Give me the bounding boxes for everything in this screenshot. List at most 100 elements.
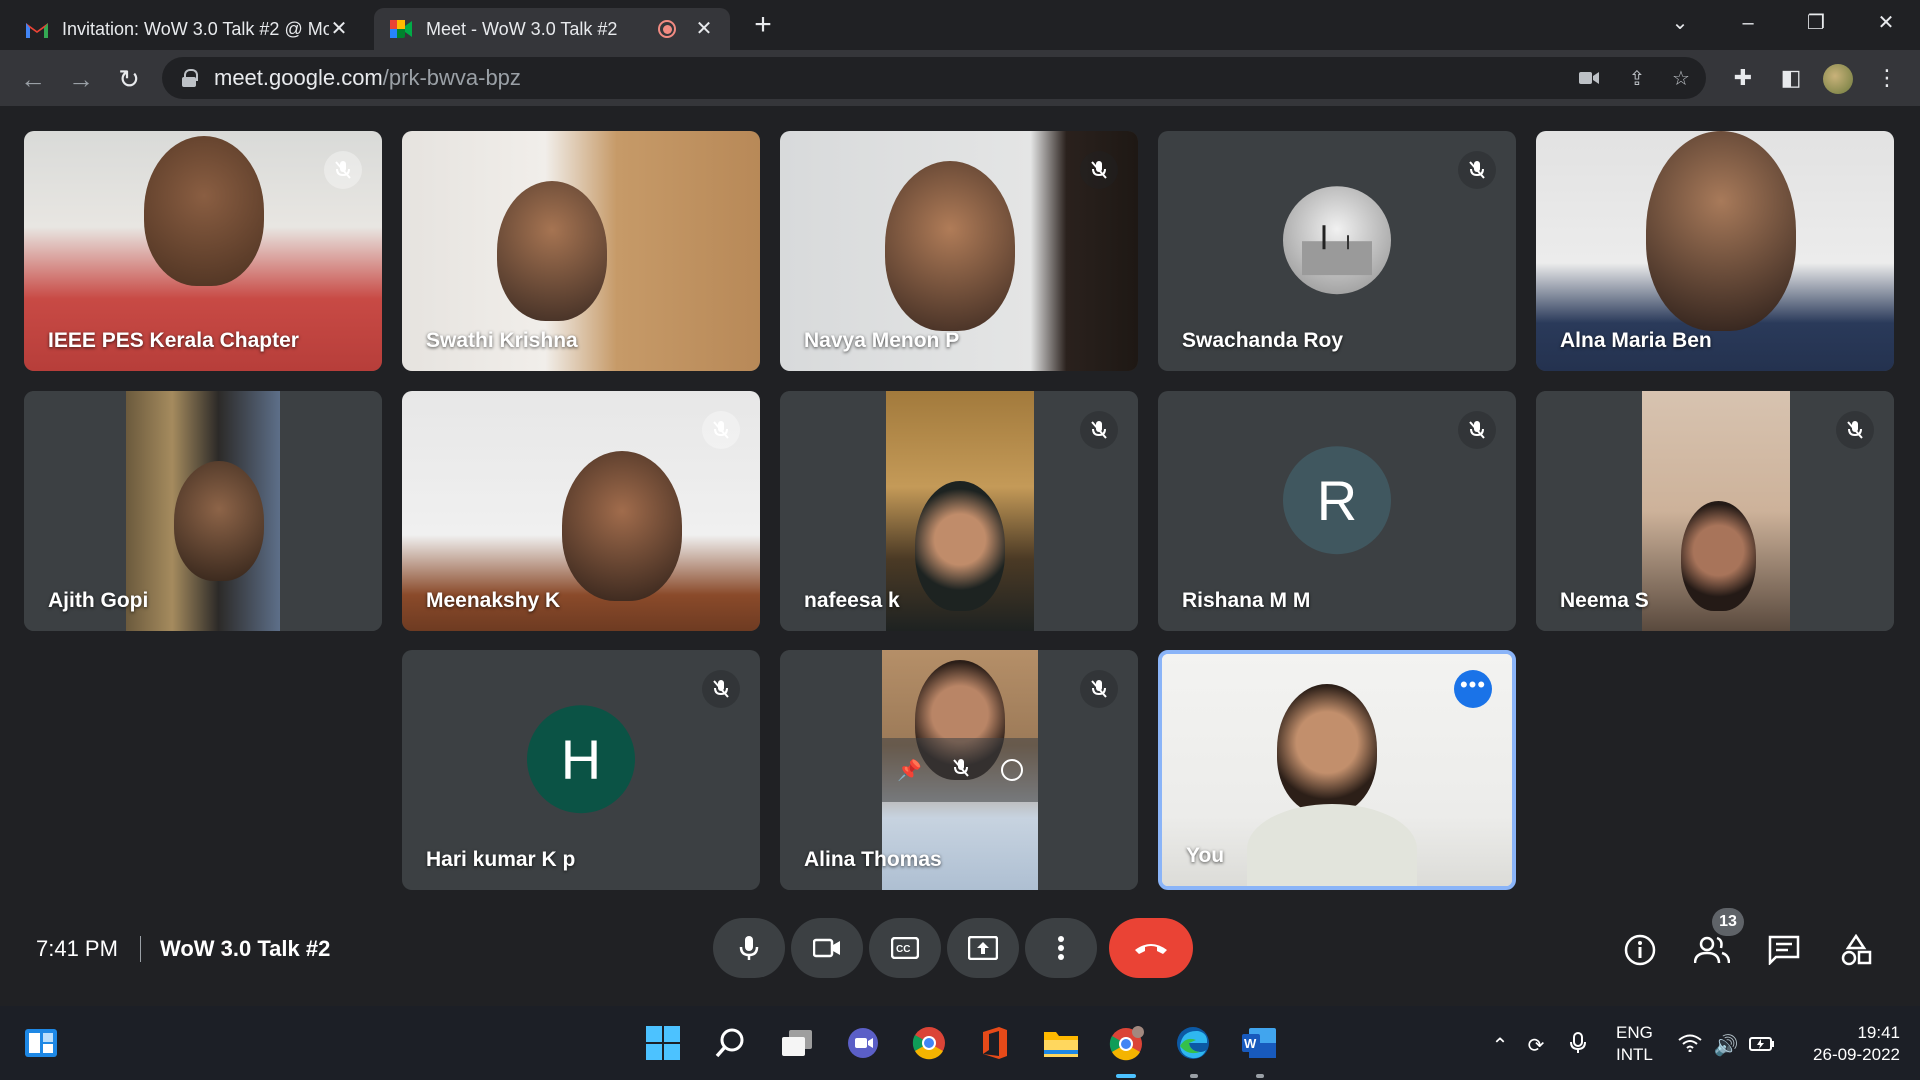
participant-name: Alna Maria Ben xyxy=(1560,329,1712,352)
teams-chat-icon[interactable] xyxy=(844,1024,882,1062)
muted-mic-icon xyxy=(702,670,740,708)
participant-tile[interactable]: 📌 Alina Thomas xyxy=(780,650,1138,890)
participant-name: Meenakshy K xyxy=(426,589,561,612)
people-button[interactable] xyxy=(1694,932,1730,968)
search-icon[interactable] xyxy=(711,1024,749,1062)
participant-name: Rishana M M xyxy=(1182,589,1311,612)
avatar: H xyxy=(527,705,635,814)
participant-tile[interactable]: Meenakshy K xyxy=(402,391,760,631)
side-panel-icon[interactable]: ◧ xyxy=(1776,63,1806,93)
new-tab-button[interactable]: + xyxy=(748,10,778,40)
participant-tile[interactable]: nafeesa k xyxy=(780,391,1138,631)
participant-name: Navya Menon P xyxy=(804,329,960,352)
wifi-icon[interactable] xyxy=(1676,1032,1704,1060)
muted-mic-icon xyxy=(1080,411,1118,449)
close-tab-icon[interactable]: ✕ xyxy=(329,19,349,39)
present-screen-button[interactable] xyxy=(947,918,1019,978)
participant-tile[interactable]: IEEE PES Kerala Chapter xyxy=(24,131,382,371)
muted-mic-icon xyxy=(702,411,740,449)
task-view-icon[interactable] xyxy=(778,1024,816,1062)
back-arrow-icon[interactable]: ← xyxy=(18,64,48,94)
participant-tile[interactable]: R Rishana M M xyxy=(1158,391,1516,631)
participant-face xyxy=(174,461,264,581)
camera-icon[interactable] xyxy=(1576,66,1602,92)
show-hidden-icons-chevron-icon[interactable]: ⌃ xyxy=(1486,1032,1514,1060)
volume-icon[interactable]: 🔊 xyxy=(1712,1032,1740,1060)
participant-video xyxy=(144,136,264,286)
chrome-profile-icon[interactable] xyxy=(1108,1024,1146,1062)
word-icon[interactable]: W xyxy=(1240,1024,1278,1062)
muted-mic-icon xyxy=(1836,411,1874,449)
participant-tile[interactable]: Alna Maria Ben xyxy=(1536,131,1894,371)
participant-name: Swathi Krishna xyxy=(426,329,578,352)
participant-count-badge: 13 xyxy=(1712,908,1744,936)
minimize-icon[interactable]: – xyxy=(1728,8,1768,38)
tab-gmail-invitation[interactable]: Invitation: WoW 3.0 Talk #2 @ Mo ✕ xyxy=(10,8,365,50)
file-explorer-icon[interactable] xyxy=(1042,1024,1080,1062)
recording-icon xyxy=(658,20,676,38)
close-window-icon[interactable]: ✕ xyxy=(1866,8,1906,38)
participant-video xyxy=(885,161,1015,331)
tab-search-chevron-icon[interactable]: ⌄ xyxy=(1660,8,1700,38)
people-icon xyxy=(1694,936,1730,964)
participant-video xyxy=(562,451,682,601)
video-camera-icon xyxy=(813,938,840,958)
battery-charging-icon[interactable] xyxy=(1748,1032,1776,1060)
reload-icon[interactable]: ↻ xyxy=(114,64,144,94)
profile-avatar[interactable] xyxy=(1823,64,1853,94)
captions-button[interactable]: CC xyxy=(869,918,941,978)
participant-tile[interactable]: H Hari kumar K p xyxy=(402,650,760,890)
muted-mic-icon xyxy=(1080,670,1118,708)
remove-participant-icon[interactable] xyxy=(1000,759,1023,781)
star-icon[interactable]: ☆ xyxy=(1668,66,1694,92)
activities-button[interactable] xyxy=(1838,932,1874,968)
gmail-icon xyxy=(26,18,48,40)
participant-face xyxy=(915,481,1005,611)
address-bar[interactable]: meet.google.com/prk-bwva-bpz ⇪ ☆ xyxy=(162,57,1706,99)
muted-mic-icon xyxy=(1080,151,1118,189)
browser-menu-icon[interactable]: ⋮ xyxy=(1872,63,1902,93)
meeting-details-button[interactable] xyxy=(1622,932,1658,968)
leave-call-button[interactable] xyxy=(1109,918,1193,978)
tab-title: Meet - WoW 3.0 Talk #2 xyxy=(426,18,618,39)
closed-captions-icon: CC xyxy=(891,937,919,959)
more-options-icon[interactable]: ••• xyxy=(1454,670,1492,708)
chrome-icon[interactable] xyxy=(910,1024,948,1062)
hang-up-icon xyxy=(1135,944,1167,954)
self-view-tile[interactable]: ••• You xyxy=(1158,650,1516,890)
browser-tab-bar: Invitation: WoW 3.0 Talk #2 @ Mo ✕ Meet … xyxy=(0,0,1920,50)
sync-icon[interactable]: ⟳ xyxy=(1522,1032,1550,1060)
chat-icon xyxy=(1768,935,1800,965)
restore-icon[interactable]: ❐ xyxy=(1796,8,1836,38)
extensions-puzzle-icon[interactable]: ✚ xyxy=(1728,63,1758,93)
participant-tile[interactable]: Swachanda Roy xyxy=(1158,131,1516,371)
camera-button[interactable] xyxy=(791,918,863,978)
more-options-button[interactable] xyxy=(1025,918,1097,978)
tab-meet[interactable]: Meet - WoW 3.0 Talk #2 ✕ xyxy=(374,8,730,50)
office-icon[interactable] xyxy=(976,1024,1014,1062)
widgets-icon[interactable] xyxy=(22,1024,60,1062)
input-language-indicator[interactable]: ENG INTL xyxy=(1616,1022,1653,1066)
share-icon[interactable]: ⇪ xyxy=(1624,66,1650,92)
microphone-in-use-icon[interactable] xyxy=(1564,1032,1592,1060)
microphone-button[interactable] xyxy=(713,918,785,978)
mute-participant-icon[interactable] xyxy=(952,758,970,783)
lock-icon xyxy=(182,69,198,87)
browser-toolbar: ← → ↻ meet.google.com/prk-bwva-bpz ⇪ ☆ ✚… xyxy=(0,50,1920,106)
participant-tile[interactable]: Ajith Gopi xyxy=(24,391,382,631)
avatar xyxy=(1283,186,1391,295)
participant-face xyxy=(1681,501,1756,611)
participant-tile[interactable]: Neema S xyxy=(1536,391,1894,631)
participant-body xyxy=(1247,804,1417,886)
system-clock[interactable]: 19:41 26-09-2022 xyxy=(1813,1022,1900,1066)
participant-tile[interactable]: Navya Menon P xyxy=(780,131,1138,371)
forward-arrow-icon[interactable]: → xyxy=(66,64,96,94)
info-icon xyxy=(1624,934,1656,966)
microphone-icon xyxy=(739,936,759,960)
pin-icon[interactable]: 📌 xyxy=(897,758,922,783)
edge-icon[interactable] xyxy=(1174,1024,1212,1062)
close-tab-icon[interactable]: ✕ xyxy=(694,19,714,39)
participant-tile[interactable]: Swathi Krishna xyxy=(402,131,760,371)
start-icon[interactable] xyxy=(644,1024,682,1062)
chat-button[interactable] xyxy=(1766,932,1802,968)
